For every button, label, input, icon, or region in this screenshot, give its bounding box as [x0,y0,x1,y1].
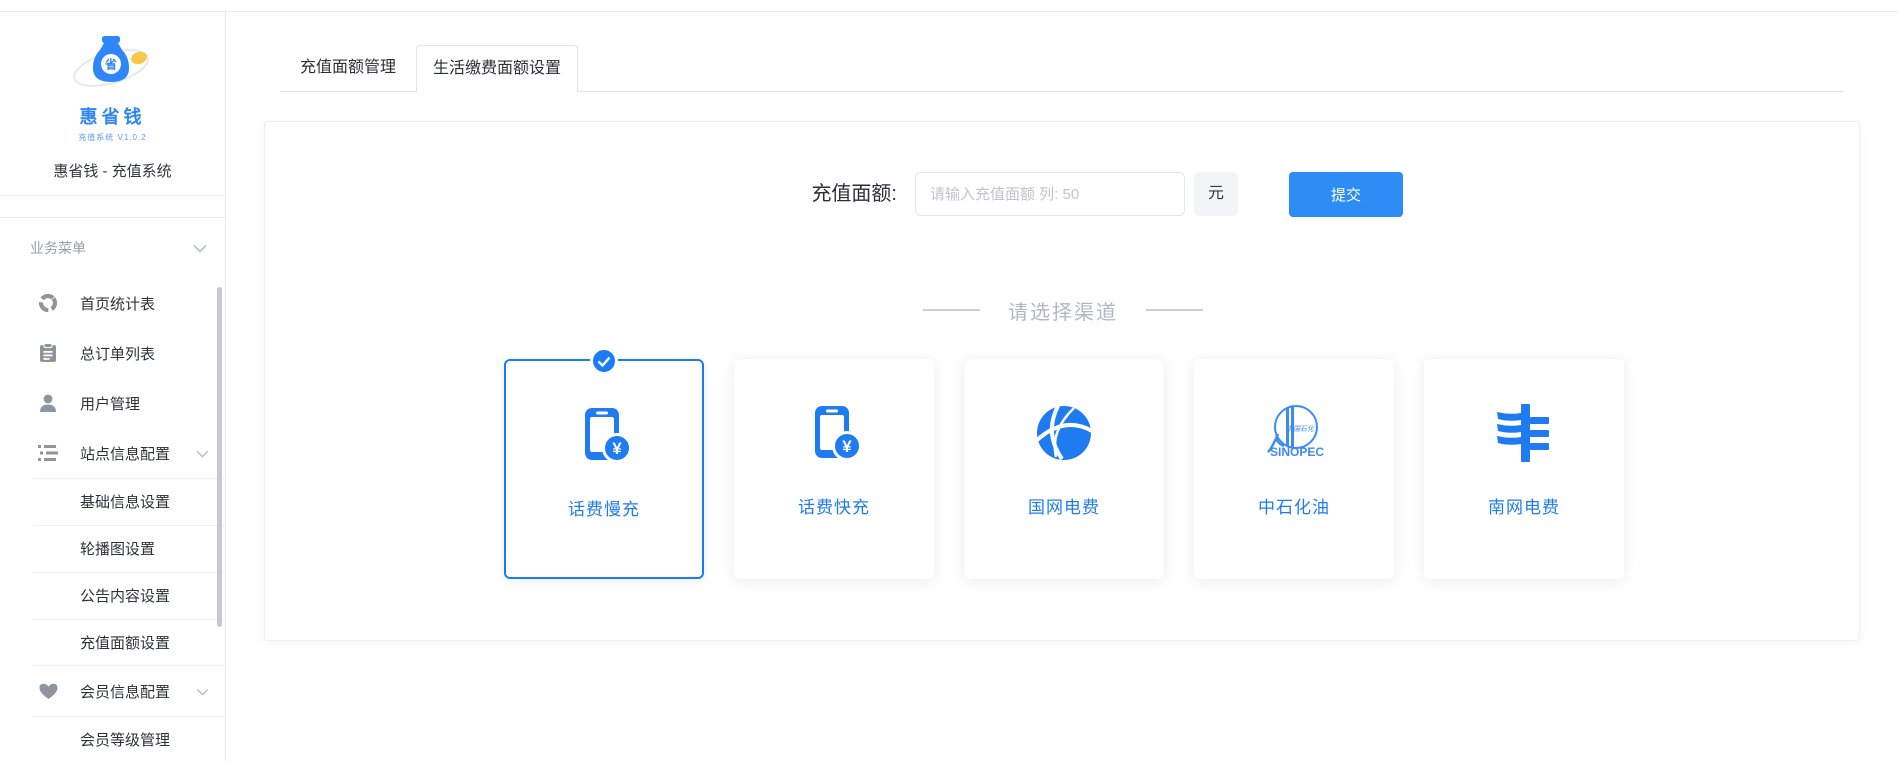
phone-yuan-icon: ¥ [506,399,702,471]
channel-card-sinopec[interactable]: 中国石化 SINOPEC 中石化油 [1194,359,1394,579]
svg-text:省: 省 [103,57,116,72]
channel-label: 话费快充 [734,493,934,518]
svg-text:¥: ¥ [842,437,852,456]
sidebar-subitem-carousel[interactable]: 轮播图设置 [0,525,225,572]
sidebar-item-orders[interactable]: 总订单列表 [0,328,225,378]
divider-dash [923,309,980,311]
channel-card-southern-grid[interactable]: 南网电费 [1424,359,1624,579]
top-strip [0,0,1898,12]
globe-icon [964,397,1164,469]
svg-text:中国石化: 中国石化 [1286,425,1315,433]
channel-card-phone-fast[interactable]: ¥ 话费快充 [734,359,934,579]
unit-yuan-label: 元 [1194,172,1238,216]
sidebar-item-label: 首页统计表 [80,293,155,314]
sidebar-item-users[interactable]: 用户管理 [0,378,225,428]
sidebar-scrollbar[interactable] [217,287,222,627]
sidebar-item-member-config[interactable]: 会员信息配置 [0,666,225,716]
channel-card-state-grid[interactable]: 国网电费 [964,359,1164,579]
sidebar-group-business-menu[interactable]: 业务菜单 [0,218,225,278]
phone-yuan-icon: ¥ [734,397,934,469]
group-label: 业务菜单 [30,238,86,258]
chevron-down-icon [196,683,209,700]
recharge-amount-label: 充值面额: [785,172,897,216]
sidebar: 省 惠省钱 充值系统 V1.0.2 惠省钱 - 充值系统 业务菜单 首页统计表 [0,12,226,761]
sidebar-subitem-denomination[interactable]: 充值面额设置 [0,619,225,666]
channel-cards: ¥ 话费慢充 ¥ 话费快充 国网电费 [504,359,1624,579]
sidebar-subitem-label: 公告内容设置 [80,585,170,606]
channel-label: 中石化油 [1194,493,1394,518]
chevron-down-icon [193,240,207,256]
sidebar-subitem-label: 基础信息设置 [80,491,170,512]
sidebar-subitem-member-level[interactable]: 会员等级管理 [0,716,225,761]
sidebar-menu: 业务菜单 首页统计表 总订单列表 [0,218,225,761]
denomination-panel: 充值面额: 元 提交 请选择渠道 ¥ 话费慢充 [264,121,1860,641]
heart-icon [38,681,58,701]
channel-card-phone-slow[interactable]: ¥ 话费慢充 [504,359,704,579]
svg-text:¥: ¥ [612,439,622,458]
sidebar-item-home-stats[interactable]: 首页统计表 [0,278,225,328]
sidebar-item-label: 站点信息配置 [80,443,170,464]
logo-tagline: 充值系统 V1.0.2 [0,132,225,143]
channel-divider: 请选择渠道 [265,292,1861,328]
selected-check-icon [590,347,618,375]
channel-label: 南网电费 [1424,493,1624,518]
sidebar-item-label: 用户管理 [80,393,140,414]
recharge-amount-input[interactable] [915,172,1185,216]
southern-grid-icon [1424,397,1624,469]
tab-denomination-management[interactable]: 充值面额管理 [280,45,416,91]
sinopec-icon: 中国石化 SINOPEC [1194,397,1394,469]
logo-name: 惠省钱 [0,103,225,129]
sidebar-divider [0,195,225,196]
main-content: 充值面额管理 生活缴费面额设置 充值面额: 元 提交 请选择渠道 [226,12,1898,761]
sidebar-subitem-announcement[interactable]: 公告内容设置 [0,572,225,619]
sidebar-item-label: 会员信息配置 [80,681,170,702]
user-icon [38,393,58,413]
sidebar-item-site-config[interactable]: 站点信息配置 [0,428,225,478]
site-config-icon [38,443,58,463]
chevron-down-icon [196,445,209,462]
sidebar-subitem-label: 会员等级管理 [80,729,170,750]
money-bag-logo-icon: 省 [69,30,157,96]
app-logo: 省 惠省钱 充值系统 V1.0.2 [0,30,225,143]
order-list-icon [38,343,58,363]
channel-label: 话费慢充 [506,495,702,520]
submit-button[interactable]: 提交 [1289,172,1403,217]
channel-label: 国网电费 [964,493,1164,518]
tab-life-payment-denomination[interactable]: 生活缴费面额设置 [416,45,578,92]
sidebar-subitem-label: 充值面额设置 [80,632,170,653]
divider-dash [1146,309,1203,311]
channel-divider-title: 请选择渠道 [1008,296,1118,325]
svg-text:SINOPEC: SINOPEC [1270,445,1324,459]
sidebar-subitem-label: 轮播图设置 [80,538,155,559]
recharge-admin-page: 省 惠省钱 充值系统 V1.0.2 惠省钱 - 充值系统 业务菜单 首页统计表 [0,0,1898,761]
sidebar-subitem-basic-info[interactable]: 基础信息设置 [0,478,225,525]
tab-bar: 充值面额管理 生活缴费面额设置 [280,45,1843,92]
sidebar-item-label: 总订单列表 [80,343,155,364]
pie-chart-icon [38,293,58,313]
app-title: 惠省钱 - 充值系统 [0,160,225,181]
